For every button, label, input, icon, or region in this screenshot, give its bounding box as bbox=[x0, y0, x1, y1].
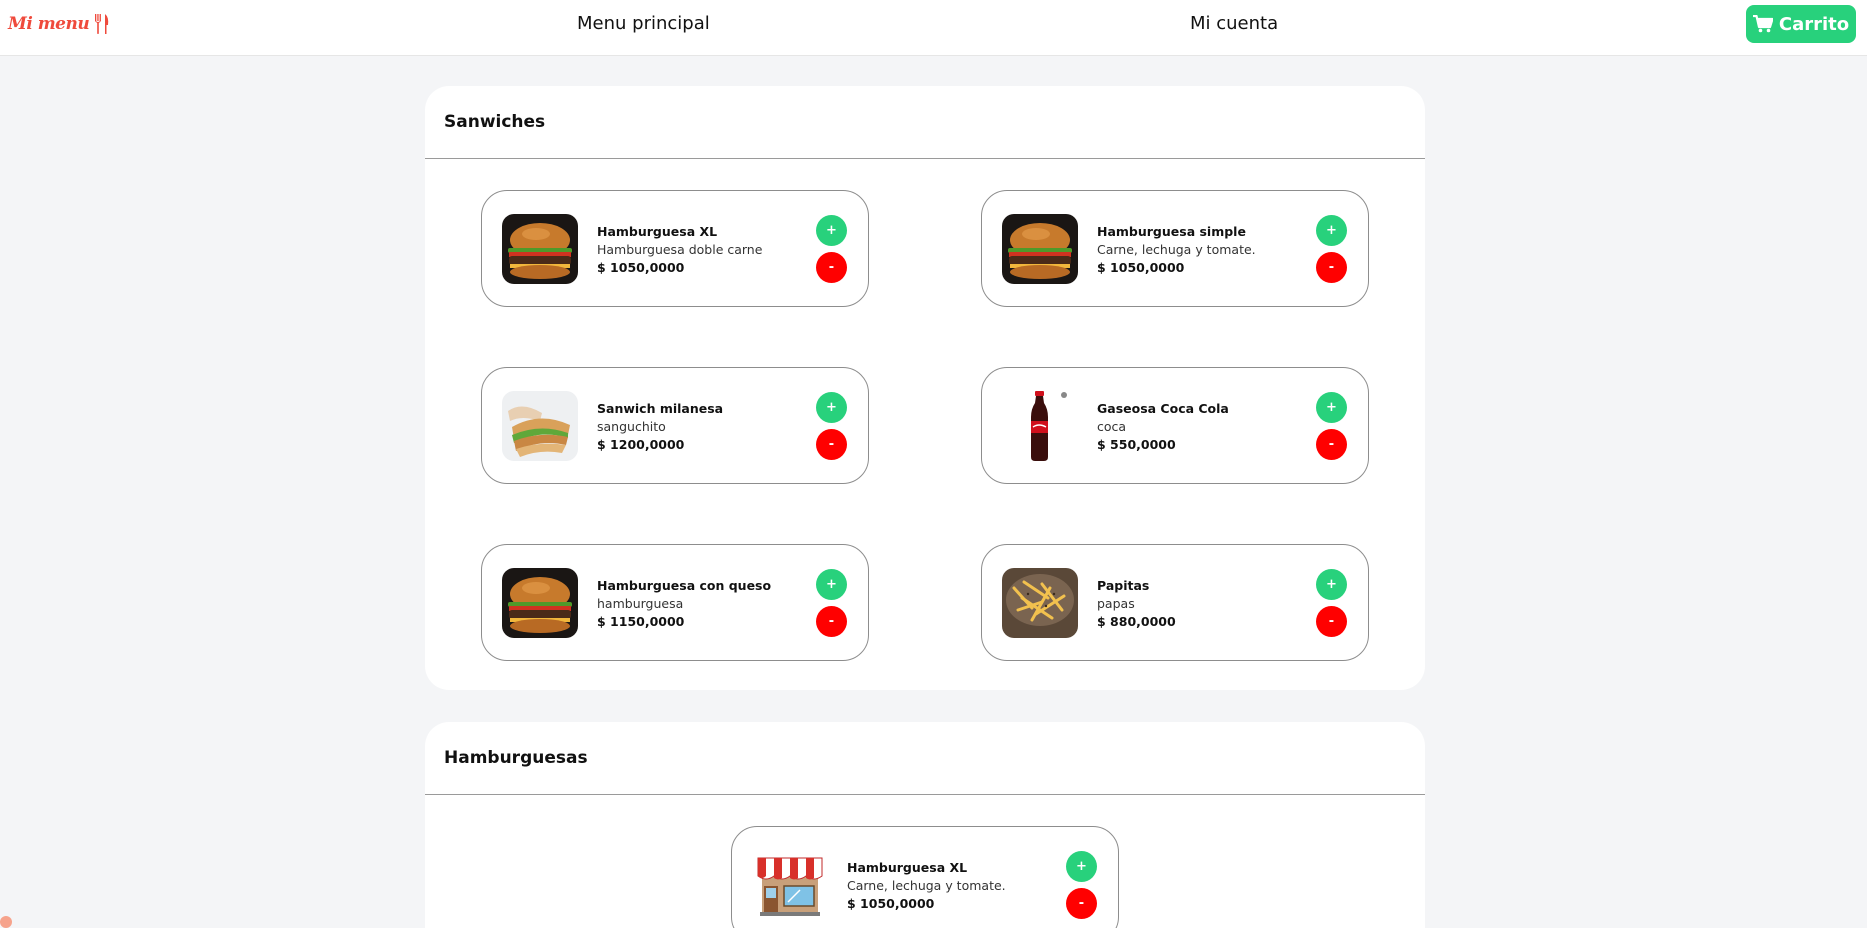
product-card: Gaseosa Coca Cola coca $ 550,0000 + - bbox=[981, 367, 1369, 484]
product-name: Hamburguesa XL bbox=[597, 224, 718, 239]
product-price: $ 1050,0000 bbox=[597, 260, 685, 275]
burger-image bbox=[502, 568, 578, 638]
section-sanwiches: Sanwiches Hamburguesa XL Hamburguesa dob… bbox=[425, 86, 1425, 690]
section-title: Hamburguesas bbox=[444, 748, 588, 768]
nav-mi-cuenta[interactable]: Mi cuenta bbox=[1190, 13, 1278, 34]
top-navbar: Mi menu Menu principal Mi cuenta Carrito bbox=[0, 0, 1867, 56]
product-card: Sanwich milanesa sanguchito $ 1200,0000 … bbox=[481, 367, 869, 484]
product-name: Hamburguesa XL bbox=[847, 860, 968, 875]
section-divider bbox=[425, 158, 1425, 159]
remove-button[interactable]: - bbox=[1066, 888, 1097, 919]
section-title: Sanwiches bbox=[444, 112, 546, 132]
cart-label: Carrito bbox=[1778, 13, 1850, 35]
add-button[interactable]: + bbox=[816, 215, 847, 246]
brand-name: Mi menu bbox=[8, 14, 90, 34]
remove-button[interactable]: - bbox=[1316, 606, 1347, 637]
product-name: Hamburguesa simple bbox=[1097, 224, 1246, 239]
product-price: $ 1050,0000 bbox=[847, 896, 935, 911]
fork-knife-icon bbox=[93, 13, 111, 35]
product-card: Hamburguesa simple Carne, lechuga y toma… bbox=[981, 190, 1369, 307]
product-card: Hamburguesa XL Hamburguesa doble carne $… bbox=[481, 190, 869, 307]
product-description: coca bbox=[1097, 419, 1127, 434]
product-price: $ 1200,0000 bbox=[597, 437, 685, 452]
add-button[interactable]: + bbox=[1066, 851, 1097, 882]
remove-button[interactable]: - bbox=[816, 606, 847, 637]
product-price: $ 550,0000 bbox=[1097, 437, 1176, 452]
scroll-indicator bbox=[0, 916, 12, 928]
product-card: Papitas papas $ 880,0000 + - bbox=[981, 544, 1369, 661]
remove-button[interactable]: - bbox=[816, 429, 847, 460]
product-description: sanguchito bbox=[597, 419, 666, 434]
add-button[interactable]: + bbox=[816, 569, 847, 600]
remove-button[interactable]: - bbox=[816, 252, 847, 283]
product-description: Hamburguesa doble carne bbox=[597, 242, 763, 257]
product-card: Hamburguesa XL Carne, lechuga y tomate. … bbox=[731, 826, 1119, 928]
product-name: Sanwich milanesa bbox=[597, 401, 724, 416]
cart-button[interactable]: Carrito bbox=[1746, 5, 1856, 43]
burger-image bbox=[502, 214, 578, 284]
brand-logo[interactable]: Mi menu bbox=[8, 12, 111, 36]
product-price: $ 1050,0000 bbox=[1097, 260, 1185, 275]
shopping-cart-icon bbox=[1752, 15, 1773, 33]
product-card: Hamburguesa con queso hamburguesa $ 1150… bbox=[481, 544, 869, 661]
sandwich-image bbox=[502, 391, 578, 461]
nav-menu-principal[interactable]: Menu principal bbox=[577, 13, 710, 34]
product-description: papas bbox=[1097, 596, 1135, 611]
burger-image bbox=[1002, 214, 1078, 284]
remove-button[interactable]: - bbox=[1316, 252, 1347, 283]
add-button[interactable]: + bbox=[1316, 215, 1347, 246]
add-button[interactable]: + bbox=[1316, 569, 1347, 600]
product-name: Papitas bbox=[1097, 578, 1150, 593]
section-divider bbox=[425, 794, 1425, 795]
add-button[interactable]: + bbox=[1316, 392, 1347, 423]
product-price: $ 880,0000 bbox=[1097, 614, 1176, 629]
product-name: Gaseosa Coca Cola bbox=[1097, 401, 1229, 416]
remove-button[interactable]: - bbox=[1316, 429, 1347, 460]
product-price: $ 1150,0000 bbox=[597, 614, 685, 629]
fries-image bbox=[1002, 568, 1078, 638]
section-hamburguesas: Hamburguesas Hamburguesa XL Carne, lechu… bbox=[425, 722, 1425, 928]
store-image bbox=[752, 850, 828, 920]
soda-bottle-image bbox=[1002, 391, 1078, 461]
product-description: hamburguesa bbox=[597, 596, 684, 611]
product-name: Hamburguesa con queso bbox=[597, 578, 772, 593]
product-description: Carne, lechuga y tomate. bbox=[847, 878, 1006, 893]
product-description: Carne, lechuga y tomate. bbox=[1097, 242, 1256, 257]
add-button[interactable]: + bbox=[816, 392, 847, 423]
